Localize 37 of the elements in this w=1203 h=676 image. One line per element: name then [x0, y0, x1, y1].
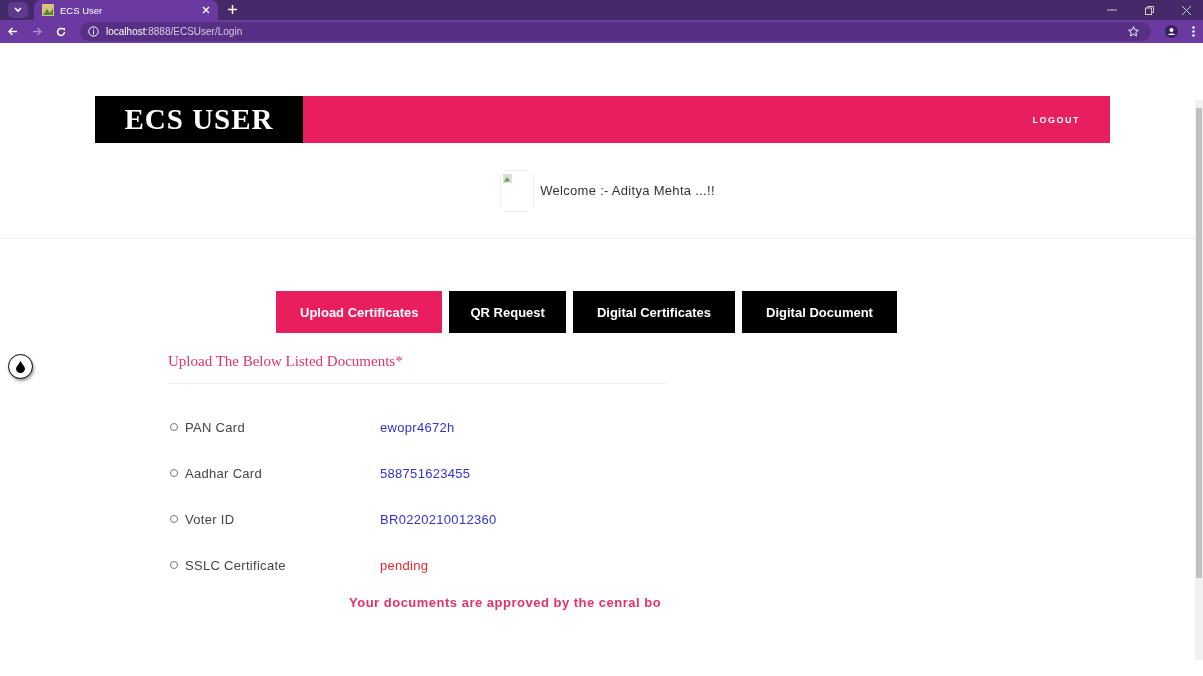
forward-arrow-icon[interactable]: [32, 27, 42, 36]
restore-icon[interactable]: [1145, 5, 1154, 15]
logout-link[interactable]: LOGOUT: [1032, 114, 1080, 125]
broken-image-icon: [500, 169, 535, 212]
star-icon[interactable]: [1128, 26, 1139, 37]
scrollbar[interactable]: [1195, 100, 1203, 660]
tab-list-button[interactable]: [8, 2, 28, 18]
profile-icon[interactable]: [1165, 25, 1178, 38]
tab-title: ECS User: [60, 4, 104, 16]
new-tab-icon[interactable]: [228, 5, 237, 14]
document-value: 588751623455: [380, 465, 471, 481]
welcome-text: Welcome :- Aditya Mehta ...!!: [540, 183, 715, 198]
address-field[interactable]: localhost:8888/ECSUser/Login: [80, 22, 1151, 41]
document-label: Voter ID: [185, 511, 236, 527]
document-value: ewopr4672h: [380, 419, 455, 435]
droplet-icon: [16, 360, 25, 373]
status-message: Your documents are approved by the cenral bo: [349, 595, 663, 610]
back-arrow-icon[interactable]: [8, 27, 18, 36]
nav-tab[interactable]: Digital Document: [742, 291, 897, 333]
site-logo: ECS USER: [95, 96, 303, 143]
document-label: PAN Card: [185, 419, 246, 435]
menu-icon[interactable]: [1192, 26, 1195, 37]
close-icon[interactable]: [1182, 5, 1191, 15]
document-label: SSLC Certificate: [185, 557, 287, 573]
favicon-icon: [42, 4, 54, 16]
nav-tab[interactable]: Digital Certificates: [572, 291, 736, 333]
browser-tab[interactable]: ECS User: [34, 0, 218, 20]
info-icon: [88, 26, 99, 37]
document-value: pending: [380, 557, 429, 573]
document-label: Aadhar Card: [185, 465, 263, 481]
nav-tab[interactable]: Upload Certificates: [276, 291, 443, 333]
section-heading: Upload The Below Listed Documents*: [168, 353, 404, 370]
document-value: BR0220210012360: [380, 511, 497, 527]
nav-tab[interactable]: QR Request: [449, 291, 566, 333]
reload-icon[interactable]: [56, 26, 66, 37]
theme-toggle-button[interactable]: [8, 354, 33, 379]
chevron-down-icon: [14, 7, 22, 13]
